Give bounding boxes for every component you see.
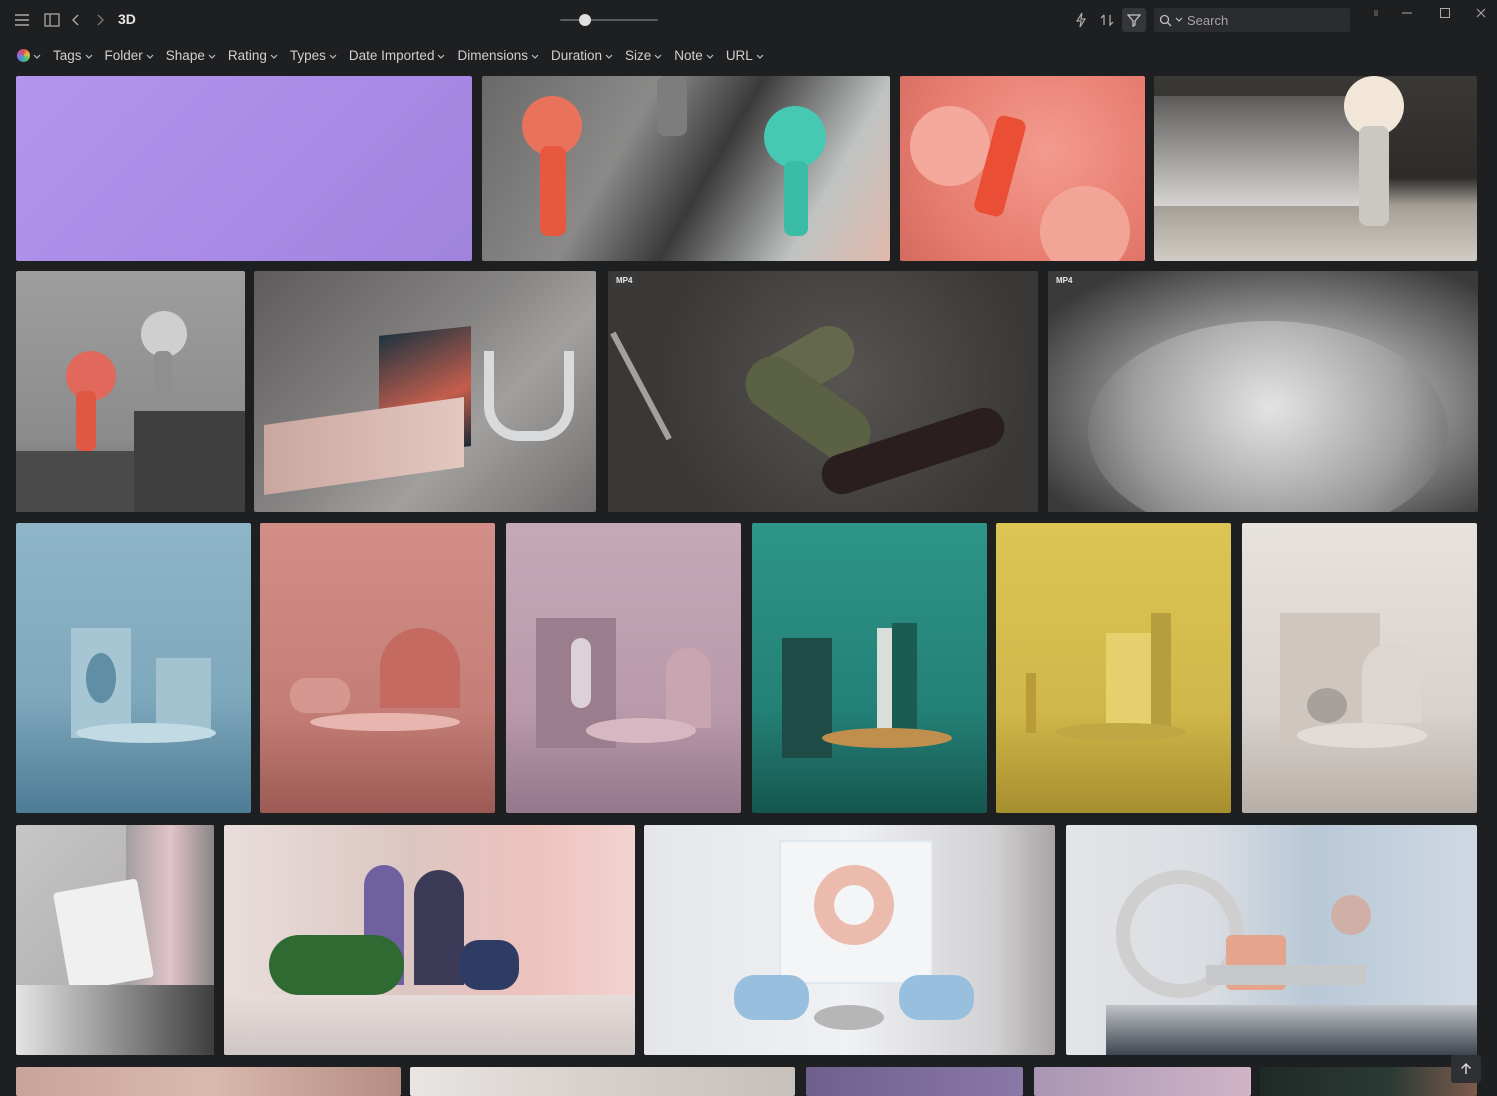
chevron-down-icon[interactable] xyxy=(1175,17,1183,23)
thumbnail[interactable] xyxy=(996,523,1231,813)
thumbnail[interactable]: MP4 xyxy=(1048,271,1478,512)
filter-url[interactable]: URL xyxy=(726,48,764,63)
filter-folder[interactable]: Folder xyxy=(105,48,154,63)
chevron-down-icon xyxy=(329,48,337,63)
video-badge: MP4 xyxy=(612,275,637,286)
chevron-down-icon xyxy=(208,48,216,63)
arrow-up-icon xyxy=(1460,1063,1472,1075)
filter-duration[interactable]: Duration xyxy=(551,48,613,63)
thumbnail[interactable] xyxy=(16,523,251,813)
filter-date-imported[interactable]: Date Imported xyxy=(349,48,446,63)
filter-label: Duration xyxy=(550,47,603,63)
thumbnail[interactable] xyxy=(16,76,472,261)
search-icon xyxy=(1159,14,1172,27)
filter-label: Tags xyxy=(53,47,82,63)
thumbnail[interactable] xyxy=(1242,523,1477,813)
filter-label: Dimensions xyxy=(457,47,528,63)
video-badge: MP4 xyxy=(1052,275,1077,286)
filter-label: Note xyxy=(674,47,703,63)
filter-label: Folder xyxy=(104,47,143,63)
maximize-icon[interactable] xyxy=(1436,6,1454,20)
filter-label: Types xyxy=(289,47,326,63)
chevron-down-icon xyxy=(85,48,93,63)
filter-label: URL xyxy=(725,47,753,63)
thumbnail[interactable] xyxy=(1066,825,1477,1055)
thumbnail[interactable] xyxy=(900,76,1145,261)
search-box[interactable]: Search xyxy=(1154,8,1350,32)
filter-bar: Tags Folder Shape Rating Types Date Impo… xyxy=(0,40,1497,70)
thumbnail[interactable] xyxy=(752,523,987,813)
thumbnail[interactable] xyxy=(644,825,1055,1055)
thumbnail[interactable] xyxy=(16,271,245,512)
slider-handle[interactable] xyxy=(578,14,591,26)
thumbnail[interactable] xyxy=(410,1067,795,1096)
thumbnail[interactable] xyxy=(482,76,890,261)
search-input[interactable]: Search xyxy=(1187,13,1228,28)
thumbnail[interactable] xyxy=(506,523,741,813)
chevron-down-icon xyxy=(654,48,662,63)
chevron-down-icon xyxy=(33,48,41,63)
minimize-icon[interactable] xyxy=(1398,6,1416,20)
filter-size[interactable]: Size xyxy=(625,48,662,63)
chevron-down-icon xyxy=(146,48,154,63)
chevron-down-icon xyxy=(531,48,539,63)
thumbnail[interactable] xyxy=(224,825,635,1055)
thumbnail-size-slider[interactable] xyxy=(560,14,658,26)
filter-types[interactable]: Types xyxy=(290,48,337,63)
pin-icon[interactable] xyxy=(1371,9,1381,19)
close-icon[interactable] xyxy=(1472,6,1490,20)
filter-label: Date Imported xyxy=(348,47,435,63)
filter-label: Rating xyxy=(227,47,267,63)
thumbnail[interactable] xyxy=(1034,1067,1251,1096)
filter-shape[interactable]: Shape xyxy=(166,48,216,63)
thumbnail[interactable] xyxy=(16,825,214,1055)
filter-label: Size xyxy=(625,47,652,63)
sidebar-toggle-icon[interactable] xyxy=(42,11,62,29)
thumbnail[interactable] xyxy=(806,1067,1023,1096)
thumbnail[interactable] xyxy=(1260,1067,1477,1096)
thumbnail[interactable] xyxy=(254,271,596,512)
thumbnail[interactable] xyxy=(1154,76,1477,261)
lightning-icon[interactable] xyxy=(1072,10,1090,30)
filter-tags[interactable]: Tags xyxy=(53,48,93,63)
title-bar: 3D Search xyxy=(0,0,1497,40)
filter-dimensions[interactable]: Dimensions xyxy=(457,48,539,63)
filter-icon[interactable] xyxy=(1122,8,1146,32)
chevron-down-icon xyxy=(706,48,714,63)
thumbnail[interactable]: MP4 xyxy=(608,271,1038,512)
color-filter[interactable] xyxy=(17,48,41,63)
thumbnail[interactable] xyxy=(16,1067,401,1096)
sort-icon[interactable] xyxy=(1097,10,1117,30)
chevron-down-icon xyxy=(270,48,278,63)
forward-icon[interactable] xyxy=(92,11,108,29)
chevron-down-icon xyxy=(605,48,613,63)
filter-note[interactable]: Note xyxy=(674,48,714,63)
thumbnail[interactable] xyxy=(260,523,495,813)
filter-label: Shape xyxy=(165,47,205,63)
back-icon[interactable] xyxy=(68,11,84,29)
menu-icon[interactable] xyxy=(12,11,32,29)
chevron-down-icon xyxy=(756,48,764,63)
chevron-down-icon xyxy=(437,48,445,63)
color-wheel-icon xyxy=(17,48,30,62)
folder-title: 3D xyxy=(118,11,136,27)
scroll-to-top-button[interactable] xyxy=(1451,1055,1481,1083)
filter-rating[interactable]: Rating xyxy=(228,48,278,63)
